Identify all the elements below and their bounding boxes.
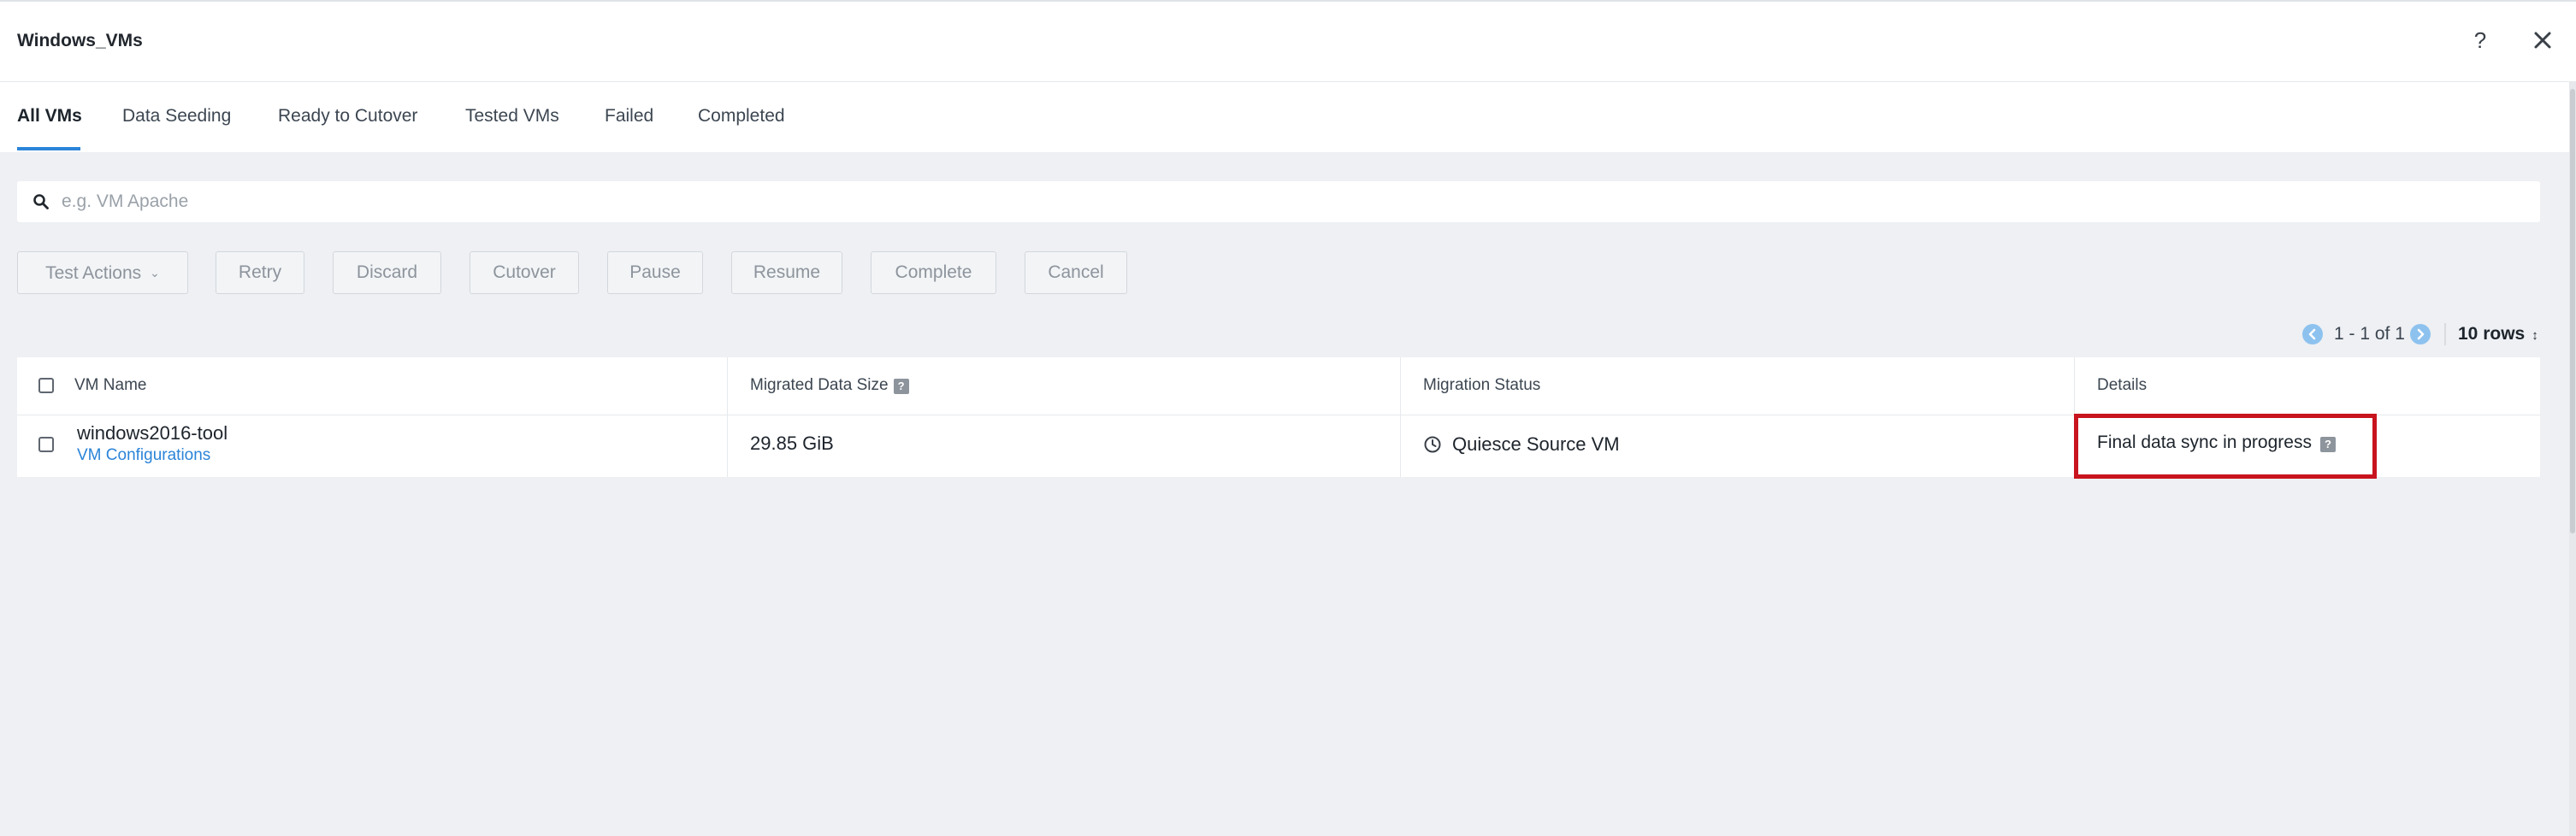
- complete-button[interactable]: Complete: [871, 251, 996, 294]
- tab-tested-vms[interactable]: Tested VMs: [465, 106, 559, 127]
- pause-button[interactable]: Pause: [607, 251, 703, 294]
- select-all-checkbox[interactable]: [38, 378, 54, 393]
- vm-configurations-link[interactable]: VM Configurations: [77, 446, 210, 465]
- vm-name-cell: windows2016-tool: [77, 422, 228, 444]
- resume-button[interactable]: Resume: [731, 251, 842, 294]
- tab-ready-to-cutover[interactable]: Ready to Cutover: [278, 106, 417, 127]
- close-icon[interactable]: [2528, 26, 2557, 55]
- search-bar: [17, 181, 2540, 222]
- migration-status-cell: Quiesce Source VM: [1452, 433, 1620, 455]
- column-header-vm-name[interactable]: VM Name: [74, 376, 146, 395]
- modal-header: Windows_VMs ?: [0, 0, 2576, 82]
- test-actions-label: Test Actions: [45, 263, 142, 283]
- test-actions-button[interactable]: Test Actions ⌄: [17, 251, 188, 294]
- column-divider: [727, 357, 728, 477]
- vertical-scrollbar[interactable]: [2569, 82, 2576, 836]
- tab-failed[interactable]: Failed: [605, 106, 653, 127]
- next-page-icon[interactable]: [2410, 324, 2431, 344]
- table-header: VM Name Migrated Data Size? Migration St…: [17, 357, 2540, 415]
- help-icon[interactable]: ?: [2467, 26, 2493, 55]
- column-header-migration-status[interactable]: Migration Status: [1423, 376, 1540, 395]
- info-icon[interactable]: ?: [893, 379, 909, 394]
- column-divider: [1400, 357, 1401, 477]
- rows-per-page-select[interactable]: 10 rows ↕: [2458, 320, 2538, 349]
- retry-button[interactable]: Retry: [216, 251, 304, 294]
- tab-data-seeding[interactable]: Data Seeding: [122, 106, 231, 127]
- cutover-button[interactable]: Cutover: [470, 251, 579, 294]
- search-input[interactable]: [62, 186, 2525, 217]
- column-header-migrated-size-label: Migrated Data Size: [750, 376, 889, 394]
- prev-page-icon[interactable]: [2302, 324, 2323, 344]
- details-cell: Final data sync in progress?: [2097, 433, 2336, 453]
- rows-per-page-label: 10 rows: [2458, 324, 2526, 344]
- search-icon: [33, 194, 49, 209]
- sort-toggle-icon: ↕: [2532, 328, 2538, 343]
- tab-all-vms[interactable]: All VMs: [17, 106, 82, 127]
- pagination-range: 1 - 1 of 1: [2334, 324, 2405, 344]
- active-tab-indicator: [17, 147, 80, 150]
- column-header-details[interactable]: Details: [2097, 376, 2147, 395]
- migrated-size-cell: 29.85 GiB: [750, 433, 834, 454]
- tab-completed[interactable]: Completed: [698, 106, 785, 127]
- discard-button[interactable]: Discard: [333, 251, 441, 294]
- column-header-migrated-size[interactable]: Migrated Data Size?: [750, 376, 909, 395]
- pagination-divider: [2444, 323, 2446, 345]
- chevron-down-icon: ⌄: [150, 266, 160, 280]
- scrollbar-thumb[interactable]: [2570, 89, 2575, 533]
- cancel-button[interactable]: Cancel: [1025, 251, 1127, 294]
- tab-bar: All VMs Data Seeding Ready to Cutover Te…: [0, 82, 2569, 152]
- page-title: Windows_VMs: [17, 31, 143, 50]
- row-checkbox[interactable]: [38, 437, 54, 452]
- vm-table: VM Name Migrated Data Size? Migration St…: [17, 357, 2540, 479]
- clock-icon: [1424, 436, 1441, 453]
- details-info-icon[interactable]: ?: [2319, 437, 2336, 452]
- details-text: Final data sync in progress: [2097, 433, 2312, 452]
